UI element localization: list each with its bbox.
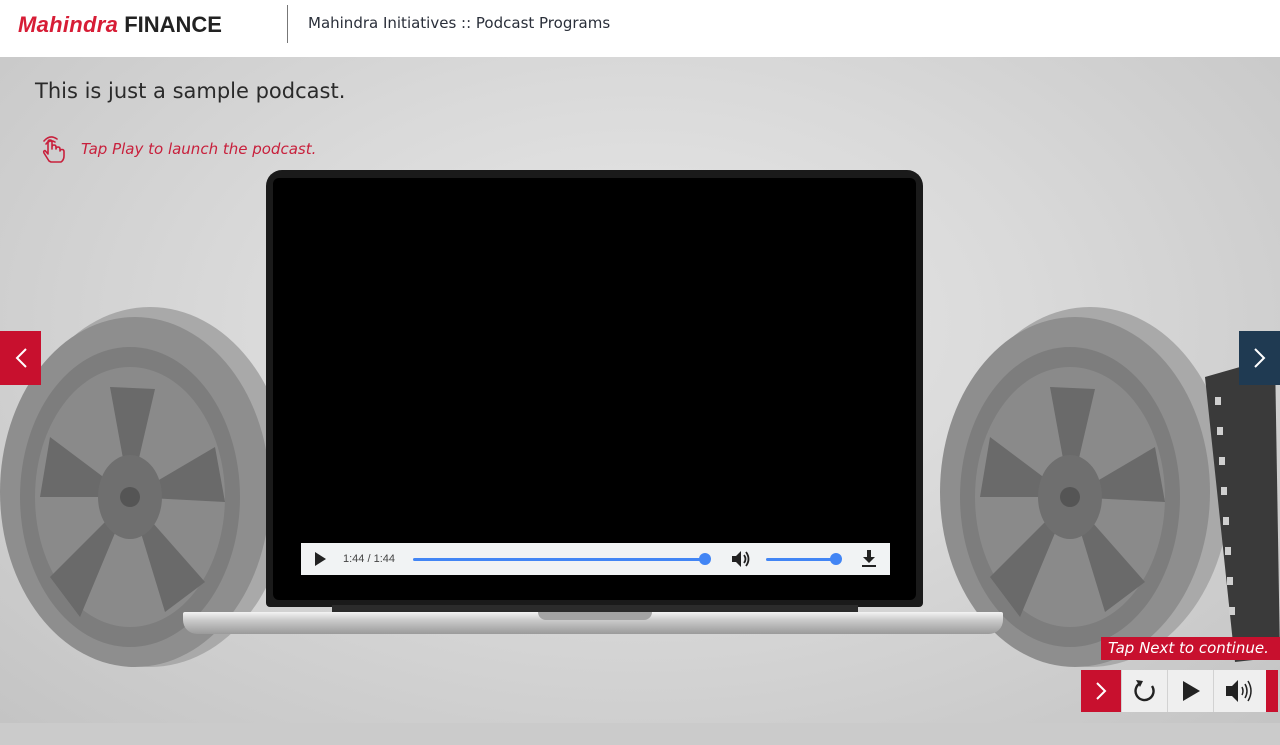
play-hint-text: Tap Play to launch the podcast. xyxy=(81,140,317,158)
podcast-description: This is just a sample podcast. xyxy=(35,79,346,103)
play-icon xyxy=(1182,681,1200,701)
control-bar-edge xyxy=(1266,670,1278,712)
header-divider xyxy=(287,5,288,43)
chevron-right-icon xyxy=(1253,348,1265,368)
play-button[interactable] xyxy=(1167,670,1213,712)
logo-secondary: FINANCE xyxy=(124,12,222,37)
download-icon xyxy=(862,550,876,567)
player-progress-slider[interactable] xyxy=(413,552,711,565)
player-mute-button[interactable] xyxy=(731,549,751,569)
laptop-hinge xyxy=(332,605,858,612)
audio-player: 1:44 / 1:44 xyxy=(301,543,890,575)
player-volume-slider[interactable] xyxy=(766,552,842,565)
mahindra-finance-logo: Mahindra FINANCE xyxy=(18,12,222,40)
volume-thumb[interactable] xyxy=(830,552,842,565)
replay-button[interactable] xyxy=(1121,670,1167,712)
laptop-notch xyxy=(538,612,652,620)
audio-toggle-button[interactable] xyxy=(1213,670,1266,712)
volume-icon xyxy=(732,551,750,567)
volume-icon xyxy=(1226,680,1252,702)
player-play-button[interactable] xyxy=(311,550,329,568)
next-hint-banner: Tap Next to continue. xyxy=(1101,637,1280,660)
chevron-left-icon xyxy=(15,348,27,368)
next-button[interactable] xyxy=(1081,670,1121,712)
progress-thumb[interactable] xyxy=(699,552,711,565)
chevron-right-icon xyxy=(1096,682,1107,700)
next-slide-button[interactable] xyxy=(1239,331,1280,385)
tap-hand-icon xyxy=(42,136,65,163)
footer-bar xyxy=(0,723,1280,745)
player-download-button[interactable] xyxy=(861,550,877,568)
player-time: 1:44 / 1:44 xyxy=(343,553,395,565)
header: Mahindra FINANCE Mahindra Initiatives ::… xyxy=(0,0,1280,57)
logo-primary: Mahindra xyxy=(18,12,119,37)
previous-slide-button[interactable] xyxy=(0,331,41,385)
slide-stage: This is just a sample podcast. Tap Play … xyxy=(0,57,1280,723)
page-title: Mahindra Initiatives :: Podcast Programs xyxy=(308,14,611,32)
play-hint: Tap Play to launch the podcast. xyxy=(38,133,316,165)
laptop-screen xyxy=(273,178,916,600)
replay-icon xyxy=(1133,680,1155,702)
play-icon xyxy=(315,552,326,566)
playback-control-bar xyxy=(1081,670,1278,712)
